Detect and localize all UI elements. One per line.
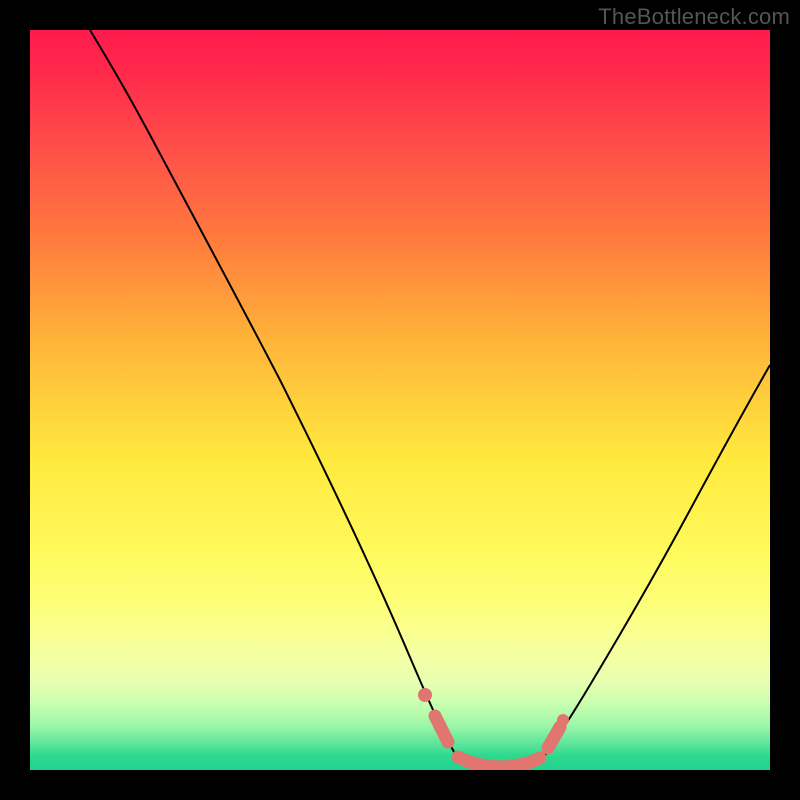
marker-dot <box>557 714 569 726</box>
marker-segment-1 <box>435 716 448 742</box>
marker-segment-3 <box>548 727 560 748</box>
plot-area <box>30 30 770 770</box>
curve-layer <box>30 30 770 770</box>
left-curve-line <box>90 30 460 762</box>
watermark-text: TheBottleneck.com <box>598 4 790 30</box>
marker-segment-2 <box>458 757 540 767</box>
marker-dot <box>418 688 432 702</box>
right-curve-line <box>540 365 770 762</box>
chart-frame: TheBottleneck.com <box>0 0 800 800</box>
